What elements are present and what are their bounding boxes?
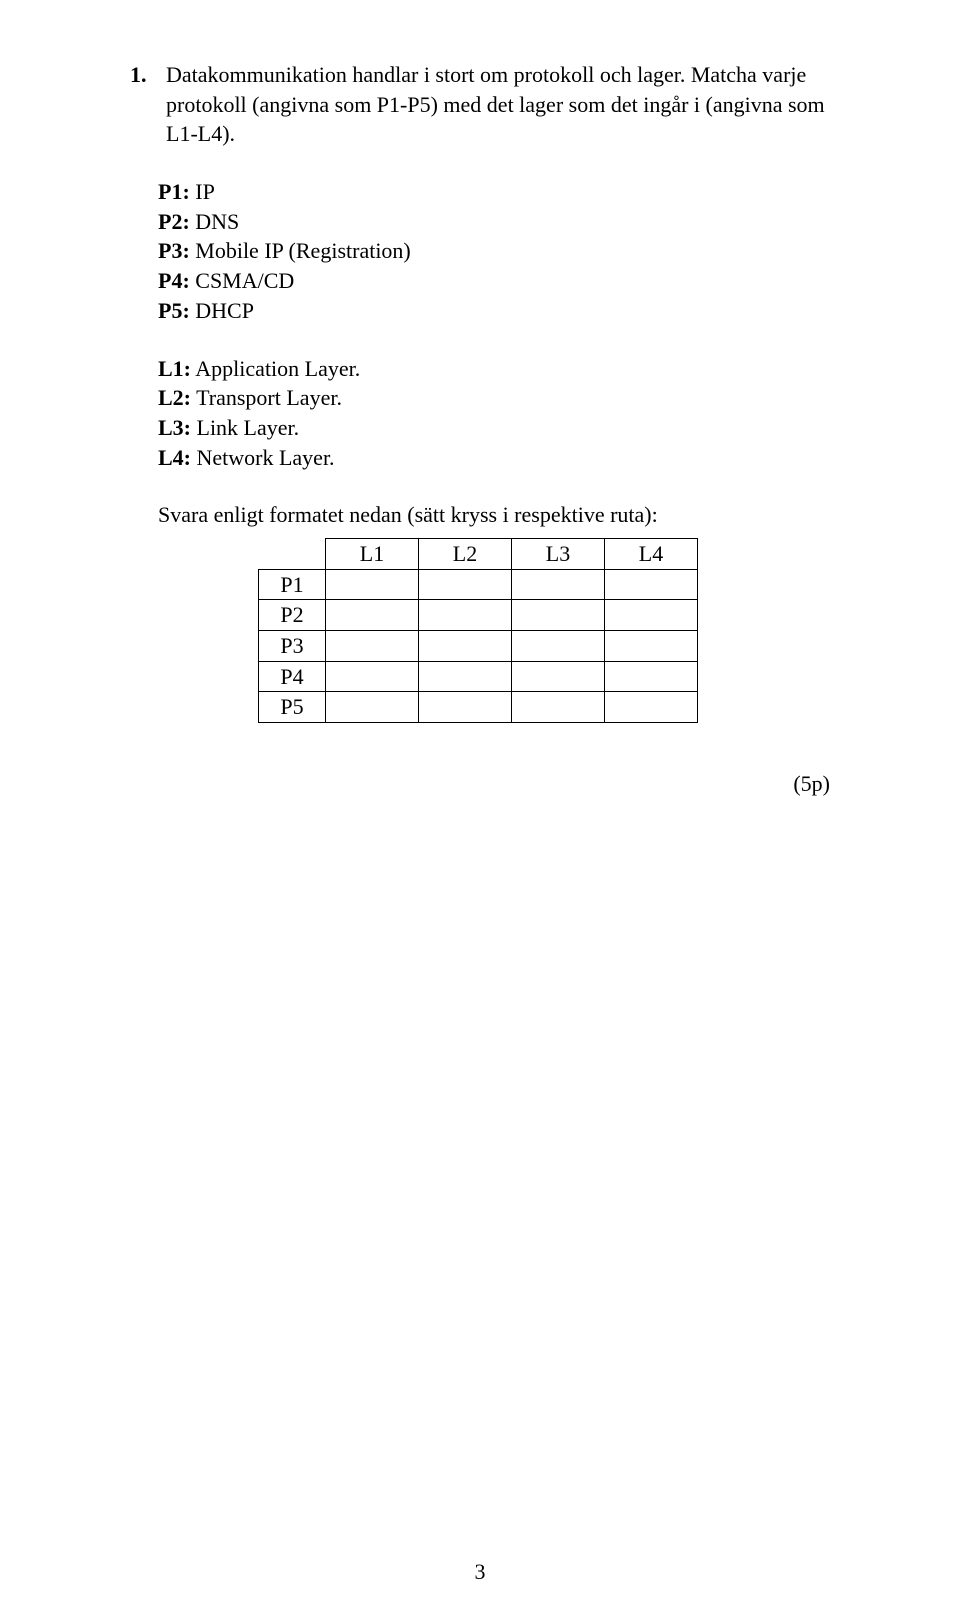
cell-p1-l2[interactable] <box>419 569 512 600</box>
cell-p1-l3[interactable] <box>512 569 605 600</box>
p1-value: IP <box>195 179 215 204</box>
cell-p1-l4[interactable] <box>605 569 698 600</box>
p5-label: P5: <box>158 298 190 323</box>
layer-l2: L2: Transport Layer. <box>158 383 830 413</box>
l1-value: Application Layer. <box>195 356 360 381</box>
p4-label: P4: <box>158 268 190 293</box>
cell-p5-l3[interactable] <box>512 692 605 723</box>
layer-l1: L1: Application Layer. <box>158 354 830 384</box>
l2-value: Transport Layer. <box>196 385 342 410</box>
p1-label: P1: <box>158 179 190 204</box>
row-p4: P4 <box>259 661 326 692</box>
protocol-p3: P3: Mobile IP (Registration) <box>158 236 830 266</box>
col-l4: L4 <box>605 538 698 569</box>
p5-value: DHCP <box>195 298 254 323</box>
page-number: 3 <box>0 1557 960 1587</box>
page: 1. Datakommunikation handlar i stort om … <box>0 0 960 1611</box>
cell-p3-l3[interactable] <box>512 631 605 662</box>
col-l1: L1 <box>326 538 419 569</box>
protocol-p1: P1: IP <box>158 177 830 207</box>
table-header-row: L1 L2 L3 L4 <box>259 538 698 569</box>
cell-p3-l1[interactable] <box>326 631 419 662</box>
layer-l3: L3: Link Layer. <box>158 413 830 443</box>
p3-label: P3: <box>158 238 190 263</box>
p3-value: Mobile IP (Registration) <box>195 238 411 263</box>
cell-p2-l2[interactable] <box>419 600 512 631</box>
cell-p4-l4[interactable] <box>605 661 698 692</box>
cell-p4-l1[interactable] <box>326 661 419 692</box>
l4-label: L4: <box>158 445 191 470</box>
col-l3: L3 <box>512 538 605 569</box>
col-l2: L2 <box>419 538 512 569</box>
cell-p5-l2[interactable] <box>419 692 512 723</box>
cell-p5-l4[interactable] <box>605 692 698 723</box>
table-row: P1 <box>259 569 698 600</box>
cell-p4-l3[interactable] <box>512 661 605 692</box>
l3-label: L3: <box>158 415 191 440</box>
question-intro: Datakommunikation handlar i stort om pro… <box>166 60 830 149</box>
cell-p2-l3[interactable] <box>512 600 605 631</box>
cell-p3-l2[interactable] <box>419 631 512 662</box>
row-p2: P2 <box>259 600 326 631</box>
answer-instructions: Svara enligt formatet nedan (sätt kryss … <box>158 500 830 530</box>
protocol-p4: P4: CSMA/CD <box>158 266 830 296</box>
answer-table: L1 L2 L3 L4 P1 P2 P3 <box>258 538 698 723</box>
l3-value: Link Layer. <box>197 415 300 440</box>
row-p3: P3 <box>259 631 326 662</box>
points-label: (5p) <box>130 769 830 799</box>
table-row: P4 <box>259 661 698 692</box>
layer-list: L1: Application Layer. L2: Transport Lay… <box>158 354 830 473</box>
protocol-p2: P2: DNS <box>158 207 830 237</box>
table-row: P3 <box>259 631 698 662</box>
cell-p5-l1[interactable] <box>326 692 419 723</box>
p2-value: DNS <box>195 209 239 234</box>
table-row: P5 <box>259 692 698 723</box>
cell-p2-l1[interactable] <box>326 600 419 631</box>
l1-label: L1: <box>158 356 191 381</box>
l2-label: L2: <box>158 385 191 410</box>
cell-p4-l2[interactable] <box>419 661 512 692</box>
p4-value: CSMA/CD <box>195 268 294 293</box>
row-p1: P1 <box>259 569 326 600</box>
table-corner <box>259 538 326 569</box>
answer-table-wrap: L1 L2 L3 L4 P1 P2 P3 <box>158 538 830 723</box>
question-1: 1. Datakommunikation handlar i stort om … <box>130 60 830 149</box>
layer-l4: L4: Network Layer. <box>158 443 830 473</box>
protocol-p5: P5: DHCP <box>158 296 830 326</box>
table-row: P2 <box>259 600 698 631</box>
cell-p2-l4[interactable] <box>605 600 698 631</box>
p2-label: P2: <box>158 209 190 234</box>
cell-p3-l4[interactable] <box>605 631 698 662</box>
question-number: 1. <box>130 60 158 149</box>
l4-value: Network Layer. <box>197 445 335 470</box>
cell-p1-l1[interactable] <box>326 569 419 600</box>
row-p5: P5 <box>259 692 326 723</box>
protocol-list: P1: IP P2: DNS P3: Mobile IP (Registrati… <box>158 177 830 325</box>
